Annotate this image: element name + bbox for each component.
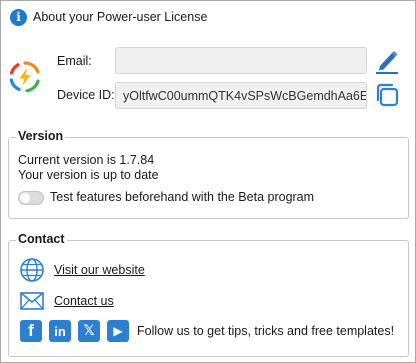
globe-icon [20, 258, 44, 282]
social-links: f in 𝕏 ▶ Follow us to get tips, tricks a… [20, 320, 394, 342]
toggle-knob [20, 193, 30, 203]
contact-us-row: Contact us [19, 288, 114, 314]
website-link[interactable]: Visit our website [54, 263, 145, 277]
beta-toggle[interactable] [18, 191, 44, 205]
contact-us-link[interactable]: Contact us [54, 294, 114, 308]
title-bar: i About your Power-user License [1, 1, 415, 33]
facebook-icon[interactable]: f [20, 320, 42, 342]
version-status-text: Your version is up to date [18, 168, 159, 182]
app-logo-icon [9, 61, 40, 93]
copy-device-id-icon[interactable] [374, 82, 400, 108]
contact-heading: Contact [16, 232, 67, 246]
current-version-text: Current version is 1.7.84 [18, 153, 155, 167]
window-title: About your Power-user License [33, 10, 208, 24]
version-group: Version Current version is 1.7.84 Your v… [8, 129, 409, 219]
email-field[interactable] [115, 47, 367, 74]
mail-icon [20, 292, 44, 310]
device-id-field[interactable]: yOltfwC00ummQTK4vSPsWcBGemdhAa6EbaN [115, 82, 367, 109]
device-id-label: Device ID: [57, 88, 115, 102]
email-label: Email: [57, 54, 92, 68]
x-icon[interactable]: 𝕏 [78, 320, 100, 342]
follow-us-text: Follow us to get tips, tricks and free t… [137, 324, 395, 338]
info-icon: i [10, 8, 27, 26]
beta-toggle-label: Test features beforehand with the Beta p… [50, 190, 315, 204]
website-row: Visit our website [19, 257, 145, 283]
version-heading: Version [16, 129, 66, 143]
youtube-icon[interactable]: ▶ [107, 320, 129, 342]
about-dialog: i About your Power-user License Email: D… [0, 0, 416, 363]
contact-group: Contact Visit our website Contact us f i… [8, 232, 409, 357]
linkedin-icon[interactable]: in [49, 320, 71, 342]
edit-email-icon[interactable] [374, 47, 400, 75]
